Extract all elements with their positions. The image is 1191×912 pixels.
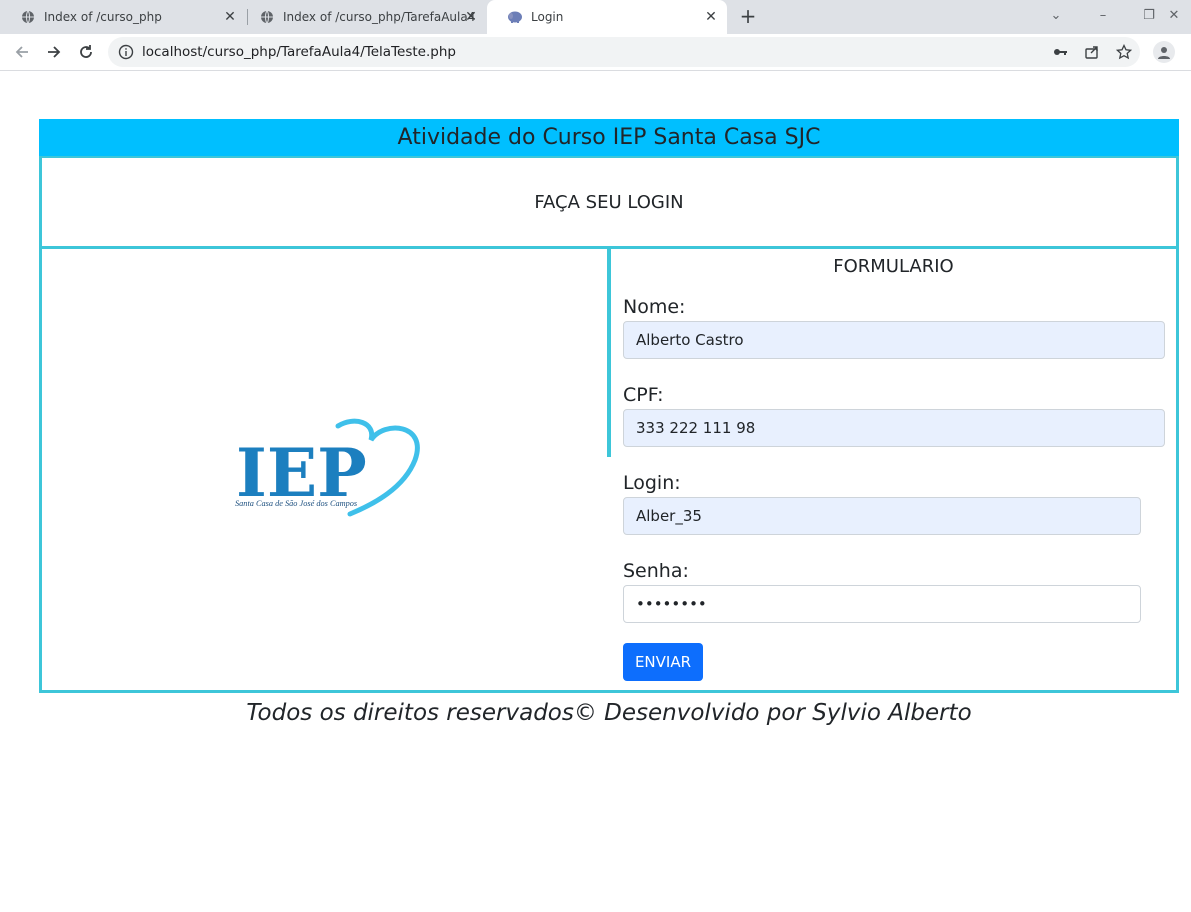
senha-input[interactable] (623, 585, 1141, 623)
cpf-input[interactable] (623, 409, 1165, 447)
star-icon[interactable] (1116, 44, 1132, 60)
tab-index-curso-php[interactable]: Index of /curso_php ✕ (0, 0, 246, 34)
back-arrow-icon[interactable] (12, 42, 32, 62)
login-heading: FAÇA SEU LOGIN (39, 156, 1179, 249)
new-tab-plus-icon[interactable]: + (738, 6, 758, 27)
globe-icon (259, 9, 275, 25)
profile-avatar-icon[interactable] (1153, 41, 1175, 63)
close-icon[interactable]: ✕ (703, 9, 719, 25)
form-title: FORMULARIO (833, 256, 954, 277)
restore-icon[interactable]: ❐ (1139, 6, 1159, 26)
column-divider (607, 249, 611, 457)
close-icon[interactable]: ✕ (222, 9, 238, 25)
login-label: Login: (623, 472, 681, 494)
tab-index-tarefa-aula4[interactable]: Index of /curso_php/TarefaAula4 ✕ (239, 0, 487, 34)
nome-label: Nome: (623, 296, 686, 318)
minimize-icon[interactable]: – (1093, 6, 1113, 26)
address-bar[interactable]: localhost/curso_php/TarefaAula4/TelaTest… (108, 37, 1140, 67)
key-icon[interactable] (1052, 44, 1068, 60)
logo-subtitle: Santa Casa de São José dos Campos (235, 499, 357, 508)
globe-icon (20, 9, 36, 25)
nome-input[interactable] (623, 321, 1165, 359)
reload-icon[interactable] (76, 42, 96, 62)
close-window-icon[interactable]: ✕ (1164, 6, 1184, 26)
share-icon[interactable] (1084, 44, 1100, 60)
senha-label: Senha: (623, 560, 689, 582)
login-input[interactable] (623, 497, 1141, 535)
close-icon[interactable]: ✕ (463, 9, 479, 25)
info-icon[interactable] (118, 44, 134, 60)
footer-copyright: Todos os direitos reservados© Desenvolvi… (246, 700, 972, 726)
tab-title: Index of /curso_php (44, 10, 162, 24)
chevron-down-icon[interactable]: ⌄ (1046, 6, 1066, 26)
tab-title: Login (531, 10, 564, 24)
forward-arrow-icon[interactable] (44, 42, 64, 62)
browser-toolbar: localhost/curso_php/TarefaAula4/TelaTest… (0, 34, 1191, 71)
tab-login[interactable]: Login ✕ (487, 0, 727, 34)
iep-logo: IEP Santa Casa de São José dos Campos (234, 418, 424, 518)
url-text: localhost/curso_php/TarefaAula4/TelaTest… (142, 44, 456, 60)
page-title: Atividade do Curso IEP Santa Casa SJC (39, 119, 1179, 156)
cpf-label: CPF: (623, 384, 664, 406)
tab-title: Index of /curso_php/TarefaAula4 (283, 10, 476, 24)
enviar-button[interactable]: ENVIAR (623, 643, 703, 681)
tab-strip: Index of /curso_php ✕ Index of /curso_ph… (0, 0, 1191, 34)
php-elephant-icon (507, 9, 523, 25)
